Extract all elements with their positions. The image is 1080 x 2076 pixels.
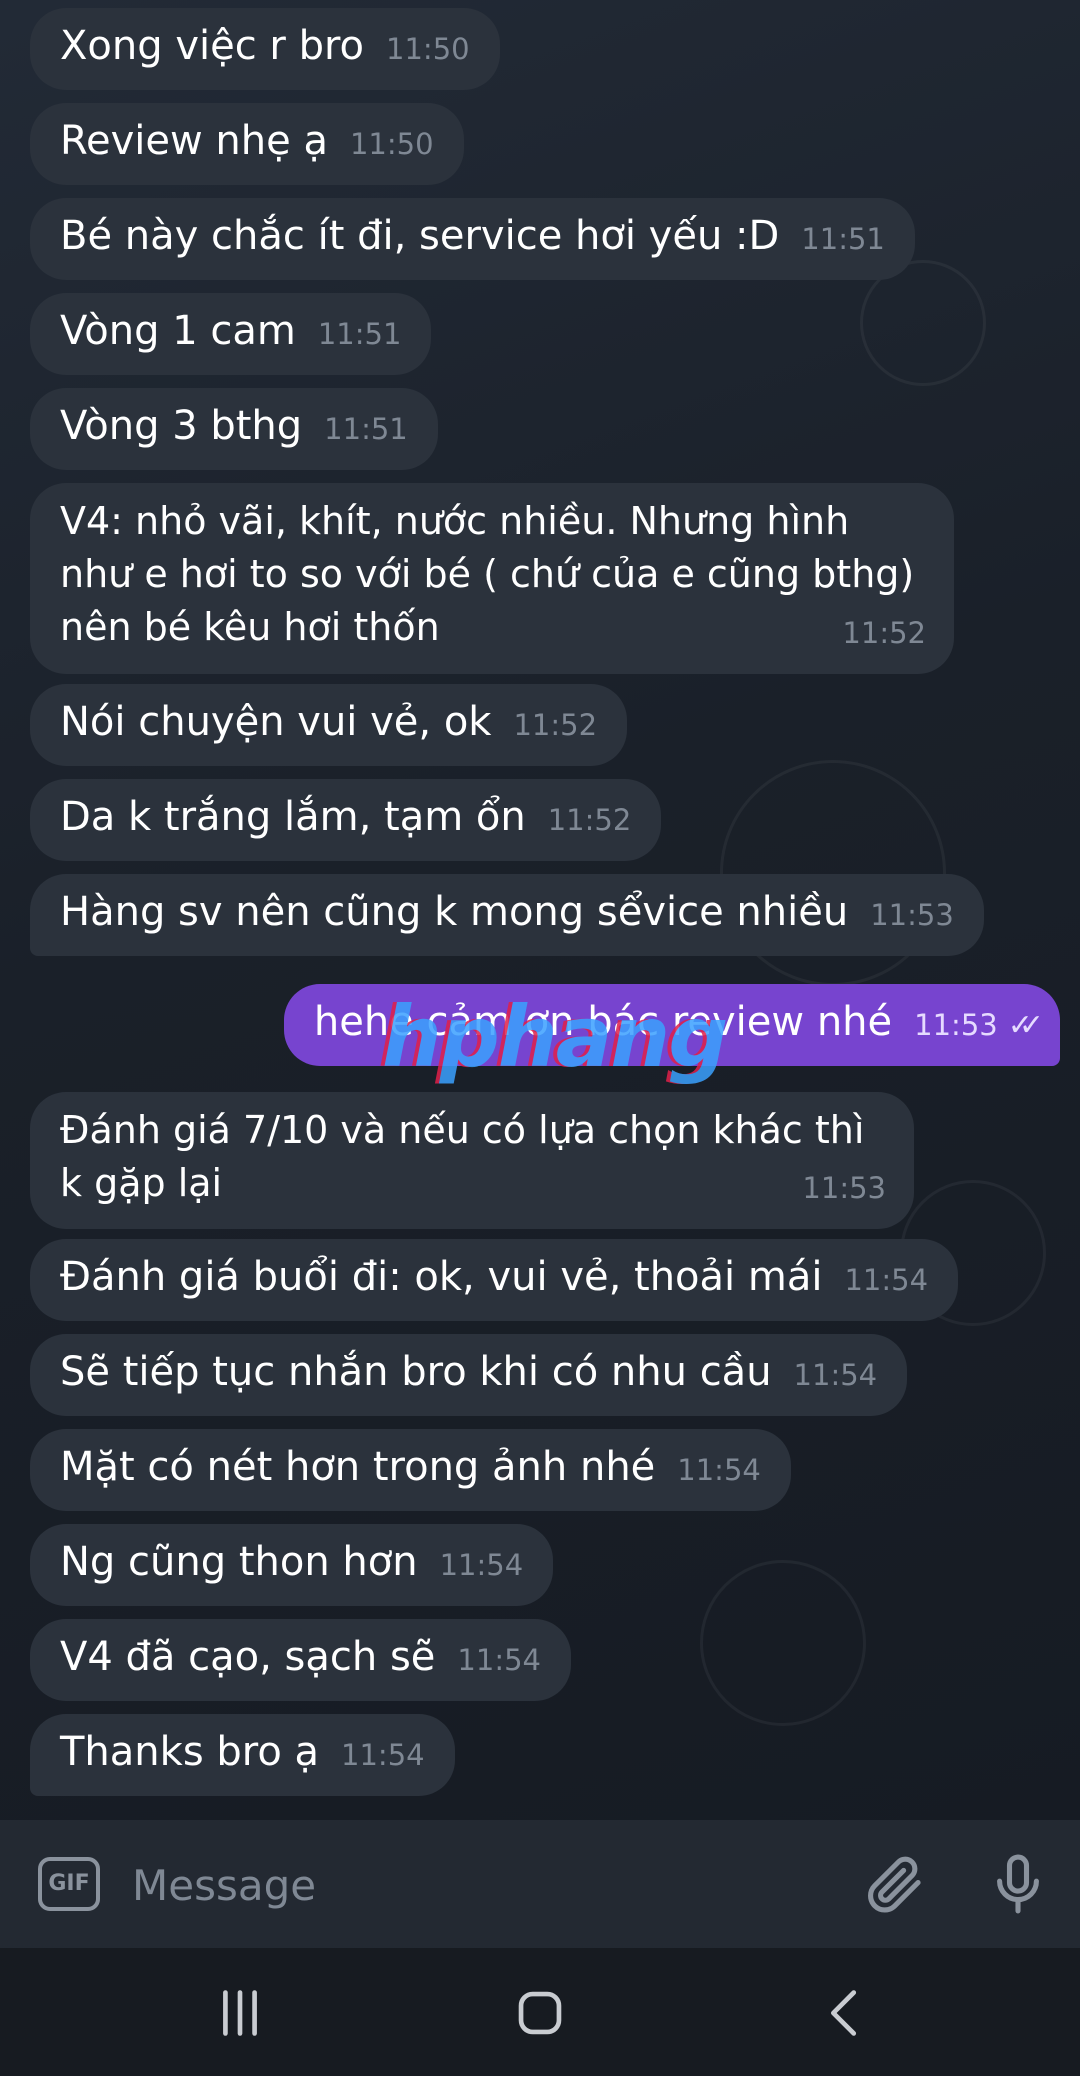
- message-bubble[interactable]: Bé này chắc ít đi, service hơi yếu :D 11:…: [30, 198, 915, 280]
- message-bubble[interactable]: Hàng sv nên cũng k mong sểvice nhiều 11:5…: [30, 874, 984, 956]
- message-bubble[interactable]: Vòng 3 bthg 11:51: [30, 388, 438, 470]
- message-text: Xong việc r bro: [60, 23, 365, 69]
- message-text: Vòng 1 cam: [60, 308, 296, 354]
- message-time: 11:51: [324, 412, 408, 446]
- message-text: V4: nhỏ vãi, khít, nước nhiều. Nhưng hìn…: [60, 499, 927, 649]
- message-text: Bé này chắc ít đi, service hơi yếu :D: [60, 213, 780, 259]
- message-input-bar: GIF: [0, 1820, 1080, 1948]
- message-time: 11:50: [386, 32, 470, 66]
- read-receipt-icon: ✓✓: [1007, 1008, 1044, 1043]
- message-bubble[interactable]: Mặt có nét hơn trong ảnh nhé 11:54: [30, 1429, 791, 1511]
- message-text: Vòng 3 bthg: [60, 403, 303, 449]
- message-bubble[interactable]: Sẽ tiếp tục nhắn bro khi có nhu cầu 11:54: [30, 1334, 908, 1416]
- paperclip-icon[interactable]: [860, 1850, 928, 1918]
- message-time: 11:53: [802, 1171, 886, 1205]
- chat-area[interactable]: Xong việc r bro 11:50 Review nhẹ ạ 11:50 B…: [0, 0, 1080, 1820]
- message-input[interactable]: [130, 1848, 834, 1922]
- message-time: 11:54: [677, 1453, 761, 1487]
- message-bubble[interactable]: Ng cũng thon hơn 11:54: [30, 1524, 554, 1606]
- message-text: Review nhẹ ạ: [60, 118, 328, 164]
- message-text: Da k trắng lắm, tạm ổn: [60, 794, 526, 840]
- message-bubble[interactable]: Đánh giá 7/10 và nếu có lựa chọn khác th…: [30, 1092, 914, 1229]
- message-bubble[interactable]: Thanks bro ạ 11:54: [30, 1714, 455, 1796]
- home-icon[interactable]: [505, 1978, 575, 2048]
- message-text: V4 đã cạo, sạch sẽ: [60, 1634, 436, 1680]
- background-doodle: [700, 1560, 866, 1726]
- message-bubble[interactable]: V4: nhỏ vãi, khít, nước nhiều. Nhưng hìn…: [30, 483, 954, 674]
- message-time: 11:54: [439, 1548, 524, 1582]
- message-bubble[interactable]: Review nhẹ ạ 11:50: [30, 103, 464, 185]
- message-time: 11:54: [793, 1358, 878, 1392]
- message-text: Nói chuyện vui vẻ, ok: [60, 699, 492, 745]
- message-time: 11:52: [513, 708, 598, 742]
- message-time: 11:53: [914, 1008, 998, 1042]
- message-time: 11:53: [870, 898, 954, 932]
- message-text: Đánh giá 7/10 và nếu có lựa chọn khác th…: [60, 1108, 877, 1205]
- outgoing-message-bubble[interactable]: hehe cảm ơn bác review nhé 11:53 ✓✓: [283, 984, 1060, 1066]
- message-text: hehe cảm ơn bác review nhé: [313, 999, 893, 1045]
- message-time: 11:51: [801, 222, 885, 256]
- gif-icon[interactable]: GIF: [38, 1857, 100, 1911]
- message-bubble[interactable]: Nói chuyện vui vẻ, ok 11:52: [30, 684, 628, 766]
- message-bubble[interactable]: Vòng 1 cam 11:51: [30, 293, 432, 375]
- message-text: Đánh giá buổi đi: ok, vui vẻ, thoải mái: [60, 1254, 823, 1300]
- message-time: 11:54: [844, 1263, 929, 1297]
- recent-apps-icon[interactable]: [205, 1978, 275, 2048]
- message-text: Ng cũng thon hơn: [60, 1539, 418, 1585]
- message-text: Sẽ tiếp tục nhắn bro khi có nhu cầu: [60, 1349, 772, 1395]
- message-time: 11:52: [842, 616, 926, 650]
- message-time: 11:52: [547, 803, 632, 837]
- message-text: Mặt có nét hơn trong ảnh nhé: [60, 1444, 656, 1490]
- message-bubble[interactable]: Đánh giá buổi đi: ok, vui vẻ, thoải mái 1…: [30, 1239, 959, 1321]
- message-bubble[interactable]: V4 đã cạo, sạch sẽ 11:54: [30, 1619, 571, 1701]
- message-bubble[interactable]: Da k trắng lắm, tạm ổn 11:52: [30, 779, 662, 861]
- message-text: Hàng sv nên cũng k mong sểvice nhiều: [60, 889, 849, 935]
- microphone-icon[interactable]: [984, 1850, 1052, 1918]
- message-time: 11:51: [317, 317, 402, 351]
- message-time: 11:50: [349, 127, 434, 161]
- message-text: Thanks bro ạ: [60, 1729, 320, 1775]
- message-bubble[interactable]: Xong việc r bro 11:50: [30, 8, 500, 90]
- back-icon[interactable]: [810, 1978, 880, 2048]
- message-time: 11:54: [341, 1738, 425, 1772]
- system-navigation-bar: [0, 1948, 1080, 2076]
- message-time: 11:54: [457, 1643, 541, 1677]
